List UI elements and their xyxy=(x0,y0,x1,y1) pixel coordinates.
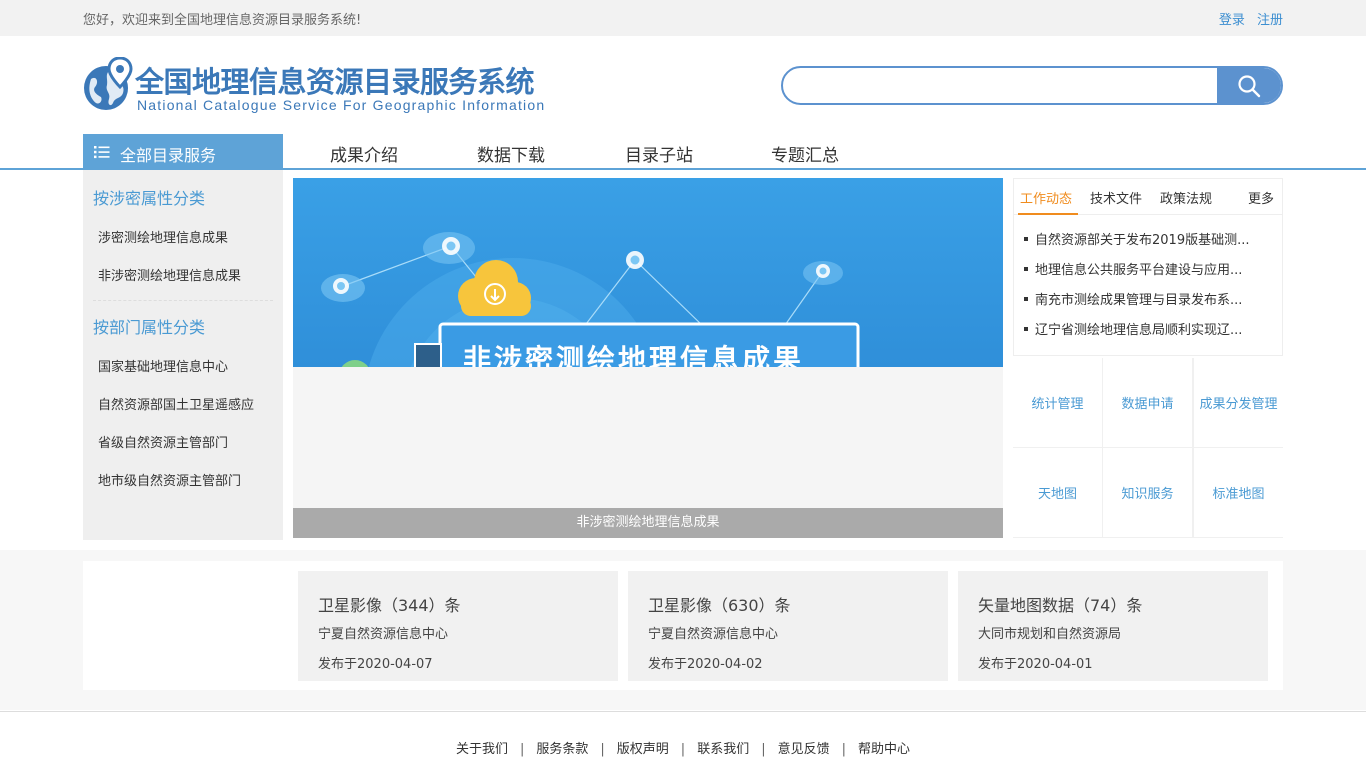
login-link[interactable]: 登录 xyxy=(1219,13,1245,28)
sidebar-item-non-classified[interactable]: 非涉密测绘地理信息成果 xyxy=(98,265,241,284)
news-panel: 工作动态 技术文件 政策法规 更多 自然资源部关于发布2019版基础测... 地… xyxy=(1013,178,1283,356)
tab-work-news[interactable]: 工作动态 xyxy=(1020,188,1072,207)
footer-links: 关于我们 | 服务条款 | 版权声明 | 联系我们 | 意见反馈 | 帮助中心 xyxy=(0,738,1366,757)
tab-tech-docs[interactable]: 技术文件 xyxy=(1090,188,1142,207)
account-links: 登录 注册 xyxy=(1211,9,1283,28)
site-title: 全国地理信息资源目录服务系统 xyxy=(135,65,535,99)
card-date: 发布于2020-04-01 xyxy=(978,657,1093,672)
globe-pin-icon xyxy=(84,57,133,110)
news-item[interactable]: 辽宁省测绘地理信息局顺利实现辽... xyxy=(1024,321,1249,351)
news-tabs: 工作动态 技术文件 政策法规 更多 xyxy=(1014,179,1282,215)
top-bar: 您好，欢迎来到全国地理信息资源目录服务系统! 登录 注册 xyxy=(0,0,1366,36)
site-subtitle: National Catalogue Service For Geographi… xyxy=(137,97,546,113)
sidebar-item-satellite-center[interactable]: 自然资源部国土卫星遥感应 xyxy=(98,394,254,413)
news-item[interactable]: 南充市测绘成果管理与目录发布系... xyxy=(1024,291,1249,321)
footer-separator: | xyxy=(761,742,766,757)
category-heading-secrecy[interactable]: 按涉密属性分类 xyxy=(93,185,205,209)
card-date: 发布于2020-04-02 xyxy=(648,657,763,672)
category-heading-department[interactable]: 按部门属性分类 xyxy=(93,314,205,338)
card-organization: 宁夏自然资源信息中心 xyxy=(318,627,449,642)
register-link[interactable]: 注册 xyxy=(1257,13,1283,28)
banner-image[interactable]: 非涉密测绘地理信息成果 xyxy=(293,178,1003,367)
nav-item-topic-summary[interactable]: 专题汇总 xyxy=(771,141,839,166)
list-icon xyxy=(94,146,110,159)
sidebar-divider xyxy=(93,300,273,301)
active-tab-indicator xyxy=(1018,213,1078,215)
footer-divider xyxy=(0,711,1366,712)
banner-blank-area xyxy=(293,367,1003,508)
category-sidebar: 按涉密属性分类 涉密测绘地理信息成果 非涉密测绘地理信息成果 按部门属性分类 国… xyxy=(83,170,283,540)
sidebar-item-municipal[interactable]: 地市级自然资源主管部门 xyxy=(98,470,241,489)
result-card[interactable]: 卫星影像（344）条 宁夏自然资源信息中心 发布于2020-04-07 xyxy=(298,571,618,681)
bullet-icon xyxy=(1024,327,1028,331)
card-title: 卫星影像（344）条 xyxy=(318,596,461,615)
nav-item-results-intro[interactable]: 成果介绍 xyxy=(330,141,398,166)
footer-feedback[interactable]: 意见反馈 xyxy=(778,742,830,757)
more-link[interactable]: 更多 xyxy=(1248,188,1274,207)
all-catalog-label: 全部目录服务 xyxy=(120,146,217,165)
banner-caption: 非涉密测绘地理信息成果 xyxy=(293,508,1003,538)
welcome-text: 您好，欢迎来到全国地理信息资源目录服务系统! xyxy=(83,13,362,28)
search-icon xyxy=(1238,75,1261,98)
nav-item-data-download[interactable]: 数据下载 xyxy=(477,141,545,166)
footer-separator: | xyxy=(519,742,525,757)
quick-links-grid: 统计管理 数据申请 成果分发管理 天地图 知识服务 标准地图 xyxy=(1013,358,1283,538)
quick-link-knowledge[interactable]: 知识服务 xyxy=(1103,448,1192,537)
card-title: 矢量地图数据（74）条 xyxy=(978,596,1143,615)
bullet-icon xyxy=(1024,267,1028,271)
bullet-icon xyxy=(1024,237,1028,241)
site-logo[interactable]: 全国地理信息资源目录服务系统 National Catalogue Servic… xyxy=(83,57,583,115)
news-item[interactable]: 地理信息公共服务平台建设与应用... xyxy=(1024,261,1249,291)
news-item-text: 地理信息公共服务平台建设与应用... xyxy=(1035,263,1243,278)
footer-copyright[interactable]: 版权声明 xyxy=(617,742,669,757)
card-title: 卫星影像（630）条 xyxy=(648,596,791,615)
news-item-text: 南充市测绘成果管理与目录发布系... xyxy=(1035,293,1243,308)
banner-headline: 非涉密测绘地理信息成果 xyxy=(463,343,805,367)
quick-link-tianditu[interactable]: 天地图 xyxy=(1013,448,1102,537)
footer-separator: | xyxy=(680,742,686,757)
all-catalog-button[interactable]: 全部目录服务 xyxy=(83,134,283,170)
quick-link-data-request[interactable]: 数据申请 xyxy=(1103,358,1192,447)
news-item[interactable]: 自然资源部关于发布2019版基础测... xyxy=(1024,231,1249,261)
footer-separator: | xyxy=(600,742,605,757)
search-button[interactable] xyxy=(1217,68,1281,103)
sidebar-item-classified[interactable]: 涉密测绘地理信息成果 xyxy=(98,227,228,246)
quick-link-distribution[interactable]: 成果分发管理 xyxy=(1194,358,1283,447)
result-card[interactable]: 卫星影像（630）条 宁夏自然资源信息中心 发布于2020-04-02 xyxy=(628,571,948,681)
sidebar-item-provincial[interactable]: 省级自然资源主管部门 xyxy=(98,432,228,451)
card-date: 发布于2020-04-07 xyxy=(318,657,433,672)
card-organization: 宁夏自然资源信息中心 xyxy=(648,627,779,642)
bullet-icon xyxy=(1024,297,1028,301)
quick-link-statistics[interactable]: 统计管理 xyxy=(1013,358,1102,447)
quick-link-standard-map[interactable]: 标准地图 xyxy=(1194,448,1283,537)
footer-separator: | xyxy=(841,742,846,757)
sidebar-item-national-center[interactable]: 国家基础地理信息中心 xyxy=(98,356,228,375)
search-box xyxy=(781,66,1283,105)
footer-about[interactable]: 关于我们 xyxy=(456,742,508,757)
footer-contact[interactable]: 联系我们 xyxy=(697,742,749,757)
search-input[interactable] xyxy=(797,68,1217,103)
nav-item-catalog-substations[interactable]: 目录子站 xyxy=(625,141,693,166)
news-item-text: 自然资源部关于发布2019版基础测... xyxy=(1035,233,1250,248)
result-card[interactable]: 矢量地图数据（74）条 大同市规划和自然资源局 发布于2020-04-01 xyxy=(958,571,1268,681)
news-item-text: 辽宁省测绘地理信息局顺利实现辽... xyxy=(1035,323,1243,338)
tab-policies[interactable]: 政策法规 xyxy=(1160,188,1212,207)
card-organization: 大同市规划和自然资源局 xyxy=(978,627,1122,642)
news-list: 自然资源部关于发布2019版基础测... 地理信息公共服务平台建设与应用... … xyxy=(1024,231,1249,351)
footer-terms[interactable]: 服务条款 xyxy=(536,742,588,757)
footer-help[interactable]: 帮助中心 xyxy=(858,742,910,757)
